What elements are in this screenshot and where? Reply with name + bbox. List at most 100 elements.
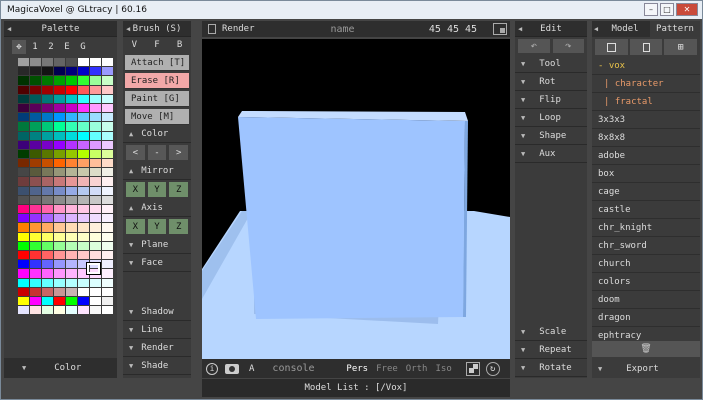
render-toggle-icon[interactable] xyxy=(208,24,216,34)
palette-swatch[interactable] xyxy=(30,223,41,232)
model-list-item[interactable]: box xyxy=(592,165,700,183)
model-tab[interactable]: Model xyxy=(600,21,650,37)
palette-swatch[interactable] xyxy=(18,140,29,149)
palette-swatch[interactable] xyxy=(102,205,113,214)
palette-swatch[interactable] xyxy=(90,296,101,306)
palette-swatch[interactable] xyxy=(54,186,65,195)
collapse-left-icon[interactable]: ◀ xyxy=(592,21,600,37)
repeat-section[interactable]: ▼ Repeat xyxy=(515,341,587,359)
palette-swatch[interactable] xyxy=(54,214,65,223)
palette-swatch[interactable] xyxy=(102,168,113,177)
palette-swatch[interactable] xyxy=(54,223,65,232)
model-list-item[interactable]: | character xyxy=(592,75,700,93)
face-section[interactable]: ▼ Face xyxy=(123,254,191,272)
palette-swatch[interactable] xyxy=(42,306,53,315)
palette-swatch[interactable] xyxy=(66,296,77,306)
palette-swatch[interactable] xyxy=(102,260,113,269)
palette-swatch[interactable] xyxy=(18,232,29,241)
model-list-item[interactable]: chr_knight xyxy=(592,219,700,237)
axis-x-button[interactable]: X xyxy=(126,219,145,234)
palette-swatch[interactable] xyxy=(42,186,53,195)
palette-swatch[interactable] xyxy=(30,177,41,186)
move-mode-button[interactable]: Move [M] xyxy=(125,109,189,125)
palette-swatch[interactable] xyxy=(18,214,29,223)
palette-swatch[interactable] xyxy=(78,195,89,204)
collapse-left-icon[interactable]: ◀ xyxy=(518,25,522,33)
collapse-left-icon[interactable]: ◀ xyxy=(126,25,130,33)
palette-swatch[interactable] xyxy=(30,67,41,76)
palette-swatch[interactable] xyxy=(102,186,113,195)
palette-swatch[interactable] xyxy=(42,76,53,85)
palette-swatch[interactable] xyxy=(18,241,29,250)
camera-icon[interactable] xyxy=(225,363,239,374)
palette-swatch[interactable] xyxy=(54,103,65,113)
palette-swatch[interactable] xyxy=(102,94,113,103)
palette-swatch[interactable] xyxy=(78,223,89,232)
model-list-item[interactable]: 8x8x8 xyxy=(592,129,700,147)
palette-swatch[interactable] xyxy=(102,140,113,149)
palette-swatch[interactable] xyxy=(42,195,53,204)
palette-swatch[interactable] xyxy=(78,149,89,159)
palette-swatch[interactable] xyxy=(102,67,113,76)
palette-swatch[interactable] xyxy=(102,195,113,204)
palette-swatch[interactable] xyxy=(42,177,53,186)
palette-swatch[interactable] xyxy=(90,67,101,76)
palette-swatch[interactable] xyxy=(90,241,101,250)
palette-swatch[interactable] xyxy=(90,232,101,241)
shade-section[interactable]: ▼ Shade xyxy=(123,357,191,375)
palette-swatch[interactable] xyxy=(102,113,113,122)
line-section[interactable]: ▼ Line xyxy=(123,321,191,339)
mirror-x-button[interactable]: X xyxy=(126,182,145,197)
palette-swatch[interactable] xyxy=(42,214,53,223)
palette-swatch[interactable] xyxy=(78,205,89,214)
palette-swatch[interactable] xyxy=(66,195,77,204)
scale-section[interactable]: ▼ Scale xyxy=(515,323,587,341)
palette-swatch[interactable] xyxy=(54,232,65,241)
palette-swatch[interactable] xyxy=(30,287,41,296)
palette-swatch[interactable] xyxy=(78,241,89,250)
3d-viewport[interactable] xyxy=(202,39,510,359)
palette-swatch[interactable] xyxy=(18,113,29,122)
palette-swatch[interactable] xyxy=(78,250,89,260)
palette-swatch[interactable] xyxy=(42,278,53,287)
palette-swatch[interactable] xyxy=(30,214,41,223)
model-list-item[interactable]: cage xyxy=(592,183,700,201)
palette-swatch[interactable] xyxy=(42,287,53,296)
palette-swatch[interactable] xyxy=(66,94,77,103)
palette-swatch[interactable] xyxy=(90,278,101,287)
palette-swatch[interactable] xyxy=(54,131,65,140)
rotate-section[interactable]: ▼ Rotate xyxy=(515,359,587,377)
palette-swatch[interactable] xyxy=(102,103,113,113)
palette-swatch[interactable] xyxy=(102,58,113,67)
model-list-item[interactable]: - vox xyxy=(592,57,700,75)
color-next-button[interactable]: > xyxy=(169,145,189,160)
flip-section[interactable]: ▼ Flip xyxy=(515,91,587,109)
mirror-y-button[interactable]: Y xyxy=(147,182,167,197)
model-list-item[interactable]: dragon xyxy=(592,309,700,327)
palette-swatch[interactable] xyxy=(78,232,89,241)
palette-header[interactable]: ◀ Palette xyxy=(4,21,117,37)
palette-swatch[interactable] xyxy=(18,278,29,287)
collapse-left-icon[interactable]: ◀ xyxy=(7,25,11,33)
palette-swatch[interactable] xyxy=(90,140,101,149)
palette-swatch[interactable] xyxy=(102,278,113,287)
palette-swatch[interactable] xyxy=(18,159,29,168)
palette-swatch[interactable] xyxy=(18,223,29,232)
palette-tab-2[interactable]: 2 xyxy=(44,40,58,54)
palette-swatch[interactable] xyxy=(90,223,101,232)
model-list-item[interactable]: | fractal xyxy=(592,93,700,111)
palette-swatch[interactable] xyxy=(66,278,77,287)
palette-swatch[interactable] xyxy=(102,287,113,296)
palette-swatch[interactable] xyxy=(42,269,53,278)
axis-z-button[interactable]: Z xyxy=(169,219,189,234)
palette-swatch[interactable] xyxy=(78,159,89,168)
palette-swatch[interactable] xyxy=(78,94,89,103)
color-section[interactable]: ▲ Color xyxy=(123,125,191,143)
palette-swatch[interactable] xyxy=(42,296,53,306)
brush-tab-f[interactable]: F xyxy=(154,40,159,50)
palette-swatch[interactable] xyxy=(54,94,65,103)
palette-swatch[interactable] xyxy=(66,122,77,131)
palette-swatch[interactable] xyxy=(30,58,41,67)
palette-swatch[interactable] xyxy=(18,250,29,260)
console-input[interactable]: console xyxy=(272,363,342,374)
